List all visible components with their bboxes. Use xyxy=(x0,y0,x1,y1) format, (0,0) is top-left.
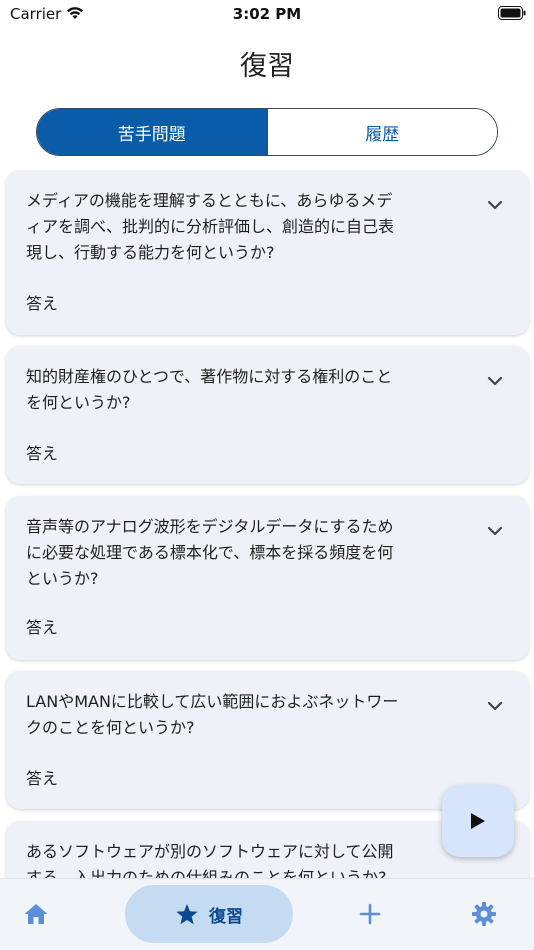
answer-label[interactable]: 答え xyxy=(26,765,58,789)
chevron-down-icon[interactable] xyxy=(487,526,503,536)
question-list[interactable]: メディアの機能を理解するとともに、あらゆるメデ ィアを調べ、批判的に分析評価し、… xyxy=(0,170,534,878)
page-title: 復習 xyxy=(240,51,294,82)
battery-icon xyxy=(498,6,526,20)
question-line: あるソフトウェアが別のソフトウェアに対して公開 xyxy=(26,842,394,861)
question-line: する、入出力のための仕組みのことを何というか? xyxy=(26,868,387,878)
question-text: LANやMANに比較して広い範囲におよぶネットワー クのことを何というか? xyxy=(26,689,466,741)
play-button[interactable] xyxy=(442,785,514,857)
question-text: あるソフトウェアが別のソフトウェアに対して公開 する、入出力のための仕組みのこと… xyxy=(26,839,466,878)
question-line: に必要な処理である標本化で、標本を採る頻度を何 xyxy=(26,543,394,562)
status-time: 3:02 PM xyxy=(232,5,302,23)
question-text: 知的財産権のひとつで、著作物に対する権利のこと を何というか? xyxy=(26,364,466,416)
segmented-control: 苦手問題 履歴 xyxy=(36,108,498,156)
question-line: を何というか? xyxy=(26,393,131,412)
segment-history[interactable]: 履歴 xyxy=(266,109,497,155)
answer-label[interactable]: 答え xyxy=(26,440,58,464)
question-line: というか? xyxy=(26,569,99,588)
nav-home[interactable] xyxy=(8,885,64,943)
nav-settings[interactable] xyxy=(456,885,512,943)
status-bar: Carrier 3:02 PM xyxy=(0,0,534,28)
play-icon xyxy=(471,813,485,829)
question-line: LANやMANに比較して広い範囲におよぶネットワー xyxy=(26,692,399,711)
chevron-down-icon[interactable] xyxy=(487,376,503,386)
nav-add[interactable] xyxy=(342,885,398,943)
segment-weak-questions[interactable]: 苦手問題 xyxy=(37,109,267,155)
home-icon xyxy=(24,904,48,924)
question-line: 音声等のアナログ波形をデジタルデータにするため xyxy=(26,517,394,536)
nav-review-label: 復習 xyxy=(209,906,243,927)
question-line: クのことを何というか? xyxy=(26,718,195,737)
question-line: メディアの機能を理解するとともに、あらゆるメデ xyxy=(26,191,393,210)
chevron-down-icon[interactable] xyxy=(487,200,503,210)
chevron-down-icon[interactable] xyxy=(487,701,503,711)
question-text: メディアの機能を理解するとともに、あらゆるメデ ィアを調べ、批判的に分析評価し、… xyxy=(26,188,466,266)
answer-label[interactable]: 答え xyxy=(26,290,58,314)
answer-label[interactable]: 答え xyxy=(26,614,58,638)
star-icon xyxy=(176,903,198,924)
plus-icon xyxy=(359,903,381,925)
nav-review[interactable]: 復習 xyxy=(125,885,293,943)
question-card[interactable]: 音声等のアナログ波形をデジタルデータにするため に必要な処理である標本化で、標本… xyxy=(6,496,529,660)
gear-icon xyxy=(472,902,496,926)
question-card[interactable]: メディアの機能を理解するとともに、あらゆるメデ ィアを調べ、批判的に分析評価し、… xyxy=(6,170,529,335)
question-card[interactable]: 知的財産権のひとつで、著作物に対する権利のこと を何というか? 答え xyxy=(6,346,529,484)
question-line: 知的財産権のひとつで、著作物に対する権利のこと xyxy=(26,367,393,386)
question-text: 音声等のアナログ波形をデジタルデータにするため に必要な処理である標本化で、標本… xyxy=(26,514,466,592)
question-line: 現し、行動する能力を何というか? xyxy=(26,243,275,262)
bottom-navigation: 復習 xyxy=(0,878,534,950)
question-line: ィアを調べ、批判的に分析評価し、創造的に自己表 xyxy=(26,217,395,236)
